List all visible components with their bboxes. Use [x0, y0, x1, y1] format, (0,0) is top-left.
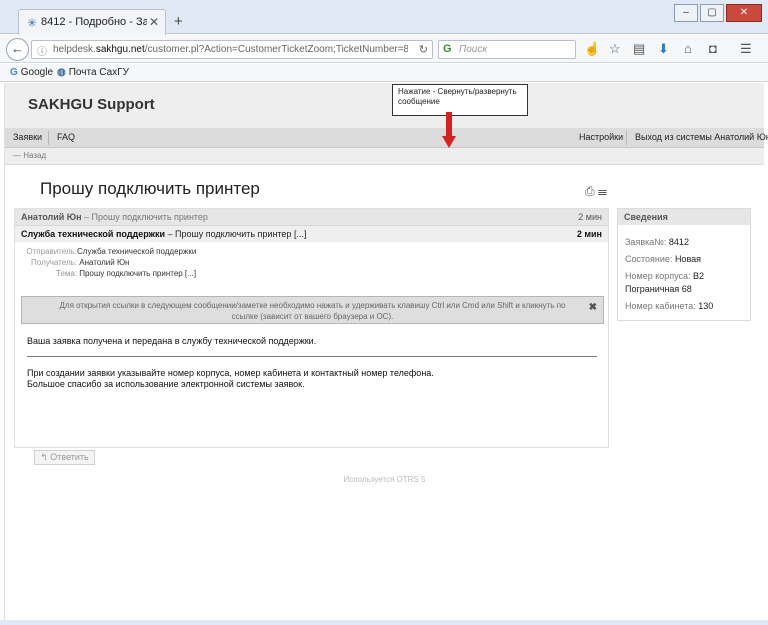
- window-bottom-border: [0, 620, 768, 625]
- globe-icon: ◍: [57, 67, 66, 78]
- article-meta: Отправитель:Служба технической поддержки…: [23, 246, 196, 279]
- app-logo[interactable]: SAKHGU Support: [28, 96, 155, 113]
- main-menu: Заявки FAQ Настройки Выход из системы Ан…: [5, 128, 768, 148]
- reply-icon: ↰: [40, 452, 48, 462]
- pocket-icon[interactable]: ◘: [709, 41, 717, 56]
- subject-label: Тема:: [55, 269, 77, 278]
- menu-tickets[interactable]: Заявки: [13, 132, 42, 142]
- app-header: SAKHGU Support: [5, 83, 764, 128]
- tab-close-icon[interactable]: ✕: [149, 15, 159, 29]
- google-icon: G: [10, 67, 18, 78]
- recipient-label: Получатель:: [31, 258, 77, 267]
- maximize-icon[interactable]: ▢: [700, 4, 724, 22]
- subject-value: Прошу подключить принтер [...]: [79, 269, 197, 278]
- menu-hamburger-icon[interactable]: ☰: [740, 41, 752, 57]
- sender-label: Отправитель:: [26, 247, 77, 256]
- ticket-title: Прошу подключить принтер: [40, 179, 260, 198]
- link-notice: Для открытия ссылки в следующем сообщени…: [21, 296, 604, 324]
- article-summary: Анатолий Юн – Прошу подключить принтер: [21, 212, 208, 222]
- reload-icon[interactable]: ↻: [419, 43, 428, 56]
- home-icon[interactable]: ⌂: [684, 41, 692, 56]
- new-tab-icon[interactable]: +: [174, 13, 183, 30]
- search-engine-icon[interactable]: G: [443, 43, 452, 55]
- back-arrow-icon[interactable]: ←: [6, 38, 29, 61]
- expand-list-icon[interactable]: ☰: [598, 184, 607, 198]
- body-divider: [27, 356, 597, 357]
- cabinet-row: Номер кабинета: 130: [625, 301, 714, 311]
- article-summary: Служба технической поддержки – Прошу под…: [21, 229, 307, 239]
- sidebar-details: Заявка№: 8412 Состояние: Новая Номер кор…: [625, 234, 713, 315]
- bookmark-google[interactable]: G Google: [10, 67, 53, 78]
- article-body-line: Большое спасибо за использование электро…: [27, 379, 305, 389]
- print-icon[interactable]: ⎙: [585, 184, 595, 198]
- notice-text: Для открытия ссылки в следующем сообщени…: [59, 301, 566, 321]
- annotation-arrow: [446, 112, 452, 136]
- article-body-line: При создании заявки указывайте номер кор…: [27, 368, 434, 378]
- search-placeholder: Поиск: [459, 44, 488, 55]
- reading-list-icon[interactable]: ▤: [633, 41, 645, 57]
- page-content: SAKHGU Support Заявки FAQ Настройки Выхо…: [4, 83, 768, 620]
- url-text[interactable]: helpdesk.sakhgu.net/customer.pl?Action=C…: [53, 44, 408, 55]
- close-window-icon[interactable]: ✕: [726, 4, 762, 22]
- article-age: 2 мин: [576, 229, 602, 239]
- bookmarks-bar: G Google ◍ Почта СахГУ: [0, 64, 768, 82]
- url-bar[interactable]: ⓘ helpdesk.sakhgu.net/customer.pl?Action…: [31, 40, 433, 59]
- download-icon[interactable]: ⬇: [658, 41, 669, 57]
- ticket-number-row: Заявка№: 8412: [625, 237, 689, 247]
- sidebar-header: Сведения: [618, 209, 750, 225]
- sender-value: Служба технической поддержки: [77, 247, 197, 256]
- sub-bar: — Назад: [5, 148, 764, 165]
- recipient-value: Анатолий Юн: [79, 258, 130, 267]
- article-body-line: Ваша заявка получена и передана в службу…: [27, 336, 317, 346]
- browser-tab[interactable]: ✳ 8412 - Подробно - Заявка ... ✕: [18, 9, 166, 35]
- tab-title: 8412 - Подробно - Заявка ...: [41, 16, 147, 28]
- menu-faq[interactable]: FAQ: [57, 132, 75, 142]
- article-list: Анатолий Юн – Прошу подключить принтер 2…: [14, 208, 609, 448]
- menu-logout[interactable]: Выход из системы Анатолий Юн: [635, 132, 768, 142]
- menu-preferences[interactable]: Настройки: [579, 132, 623, 142]
- article-row-selected[interactable]: Служба технической поддержки – Прошу под…: [15, 225, 608, 242]
- ticket-info-sidebar: Сведения Заявка№: 8412 Состояние: Новая …: [617, 208, 751, 321]
- window-controls: – ▢ ✕: [672, 4, 762, 22]
- collapse-tooltip: Нажатие - Свернуть/развернуть сообщение: [392, 84, 528, 116]
- minimize-icon[interactable]: –: [674, 4, 698, 22]
- hand-icon[interactable]: ☝: [584, 41, 600, 57]
- menu-divider: [48, 131, 49, 145]
- otrs-favicon-icon: ✳: [27, 16, 38, 30]
- article-row[interactable]: Анатолий Юн – Прошу подключить принтер 2…: [15, 209, 608, 225]
- back-link[interactable]: — Назад: [13, 151, 46, 160]
- menu-divider: [626, 131, 627, 145]
- star-icon[interactable]: ☆: [609, 41, 621, 57]
- state-row: Состояние: Новая: [625, 254, 702, 264]
- info-icon[interactable]: ⓘ: [37, 43, 47, 58]
- browser-titlebar: ✳ 8412 - Подробно - Заявка ... ✕ + – ▢ ✕: [0, 0, 768, 35]
- article-age: 2 мин: [578, 212, 602, 222]
- reply-button[interactable]: ↰ Ответить: [34, 450, 95, 465]
- close-icon[interactable]: ✖: [589, 302, 597, 313]
- bookmark-mail[interactable]: ◍ Почта СахГУ: [57, 67, 129, 78]
- annotation-arrow-head: [442, 136, 456, 148]
- browser-navbar: ← ⓘ helpdesk.sakhgu.net/customer.pl?Acti…: [0, 35, 768, 63]
- article-body-paragraph: При создании заявки указывайте номер кор…: [27, 368, 434, 390]
- ticket-actions: ⎙ ☰: [585, 184, 607, 199]
- search-bar[interactable]: G Поиск: [438, 40, 576, 59]
- powered-by-footer: Используется OTRS 5: [343, 475, 426, 484]
- building-row: Номер корпуса: В2 Пограничная 68: [625, 271, 705, 294]
